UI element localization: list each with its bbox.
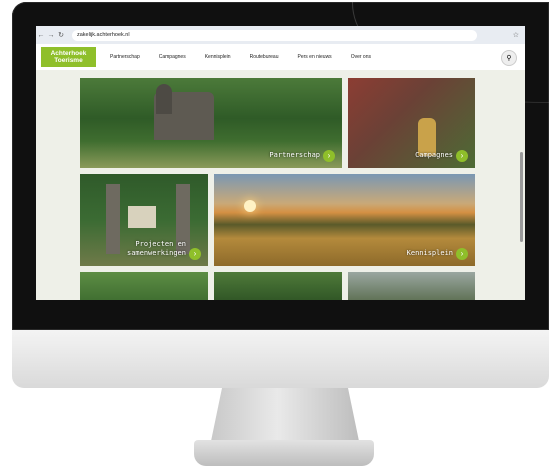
menu-item-over-ons[interactable]: Over ons	[351, 54, 371, 60]
monitor-chin	[12, 330, 549, 388]
tile-label: Kennisplein	[406, 249, 453, 257]
reload-icon[interactable]: ↻	[56, 31, 66, 39]
star-icon[interactable]: ☆	[513, 31, 519, 39]
logo-line1: Achterhoek	[50, 50, 87, 57]
tile-label: Campagnes	[415, 151, 453, 159]
url-text: zakelijk.achterhoek.nl	[77, 32, 130, 38]
tile-partial[interactable]	[214, 272, 342, 300]
menu-item-partnerschap[interactable]: Partnerschap	[110, 54, 140, 60]
arrow-right-icon[interactable]: ›	[456, 150, 468, 162]
tile-partial[interactable]	[80, 272, 208, 300]
browser-toolbar: ← → ↻ zakelijk.achterhoek.nl ☆	[36, 26, 525, 44]
main-menu: Partnerschap Campagnes Kennisplein Route…	[110, 54, 390, 60]
search-icon[interactable]: ⚲	[501, 50, 517, 66]
tile-label: Partnerschap	[269, 151, 320, 159]
menu-item-kennisplein[interactable]: Kennisplein	[205, 54, 231, 60]
tile-projecten-en-samenwerkingen[interactable]: Projecten en samenwerkingen ›	[80, 174, 208, 266]
logo-line2: Toerisme	[54, 57, 83, 64]
arrow-right-icon[interactable]: ›	[189, 248, 201, 260]
house-image	[128, 206, 156, 228]
address-bar[interactable]: zakelijk.achterhoek.nl	[72, 29, 477, 41]
monitor-stand	[210, 388, 360, 446]
back-icon[interactable]: ←	[36, 32, 46, 39]
site-logo[interactable]: Achterhoek Toerisme	[41, 47, 96, 67]
menu-item-pers-en-nieuws[interactable]: Pers en nieuws	[298, 54, 332, 60]
tower-image	[156, 84, 172, 114]
browser-screen: ← → ↻ zakelijk.achterhoek.nl ☆ Achterhoe…	[36, 26, 525, 300]
arrow-right-icon[interactable]: ›	[323, 150, 335, 162]
monitor-base	[194, 440, 374, 466]
scrollbar[interactable]	[520, 152, 523, 242]
tile-partial[interactable]	[348, 272, 475, 300]
tile-partnerschap[interactable]: Partnerschap ›	[80, 78, 342, 168]
menu-item-routebureau[interactable]: Routebureau	[250, 54, 279, 60]
arrow-right-icon[interactable]: ›	[456, 248, 468, 260]
site-header: Achterhoek Toerisme Partnerschap Campagn…	[36, 44, 525, 70]
sunset-image	[244, 200, 256, 212]
menu-item-campagnes[interactable]: Campagnes	[159, 54, 186, 60]
forward-icon[interactable]: →	[46, 32, 56, 39]
tile-campagnes[interactable]: Campagnes ›	[348, 78, 475, 168]
tile-label: Projecten en samenwerkingen	[126, 240, 186, 257]
tile-kennisplein[interactable]: Kennisplein ›	[214, 174, 475, 266]
